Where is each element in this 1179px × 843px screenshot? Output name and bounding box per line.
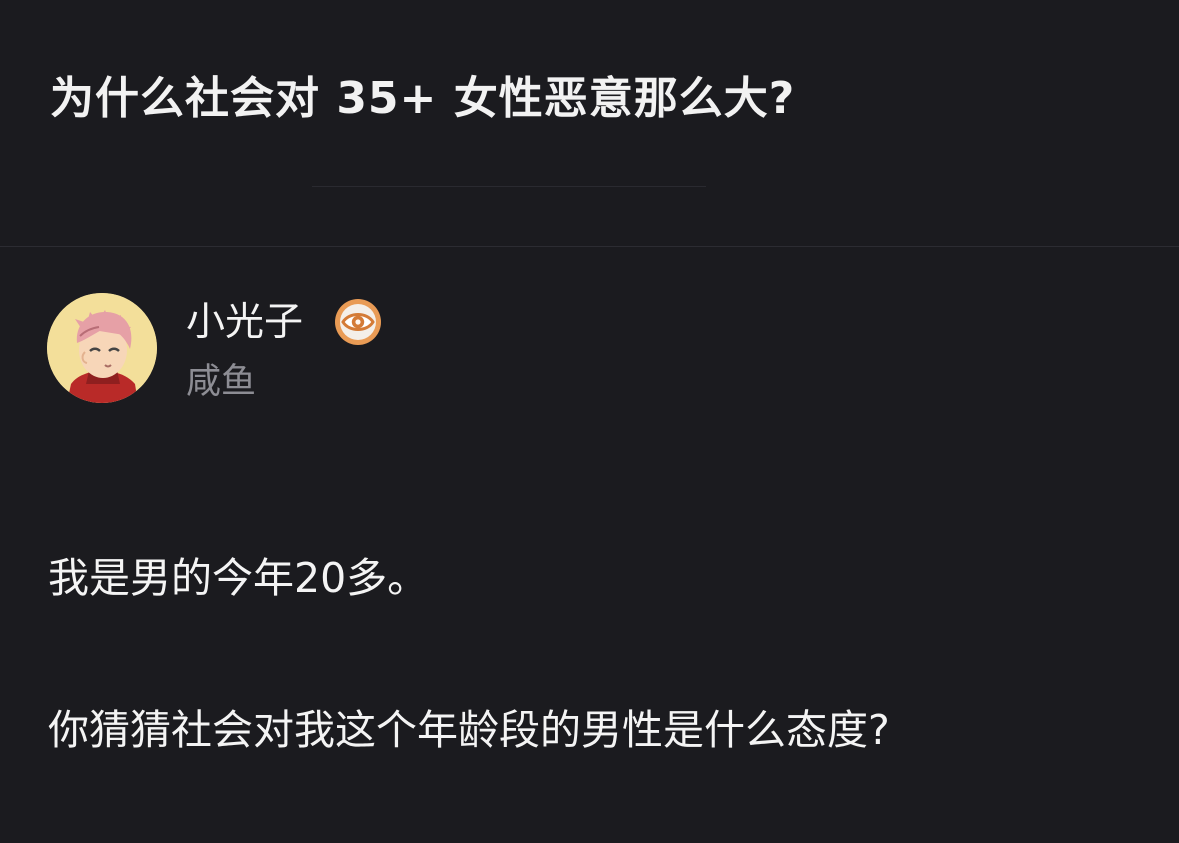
eye-badge-icon[interactable] [333,297,383,347]
question-header: 为什么社会对 35+ 女性恶意那么大? [0,0,1179,246]
header-divider [312,186,706,187]
anime-boy-avatar-icon [47,293,157,403]
author-tag: 咸鱼 [186,362,257,402]
screen: 为什么社会对 35+ 女性恶意那么大? 小光子 咸鱼 我是男的今年20多。 你猜… [0,0,1179,843]
question-title[interactable]: 为什么社会对 35+ 女性恶意那么大? [50,64,795,134]
author-avatar[interactable] [47,293,157,403]
answer-paragraph-1: 我是男的今年20多。 [48,554,429,602]
answer-paragraph-2: 你猜猜社会对我这个年龄段的男性是什么态度? [48,706,890,754]
section-divider [0,246,1179,247]
author-name[interactable]: 小光子 [186,296,303,350]
